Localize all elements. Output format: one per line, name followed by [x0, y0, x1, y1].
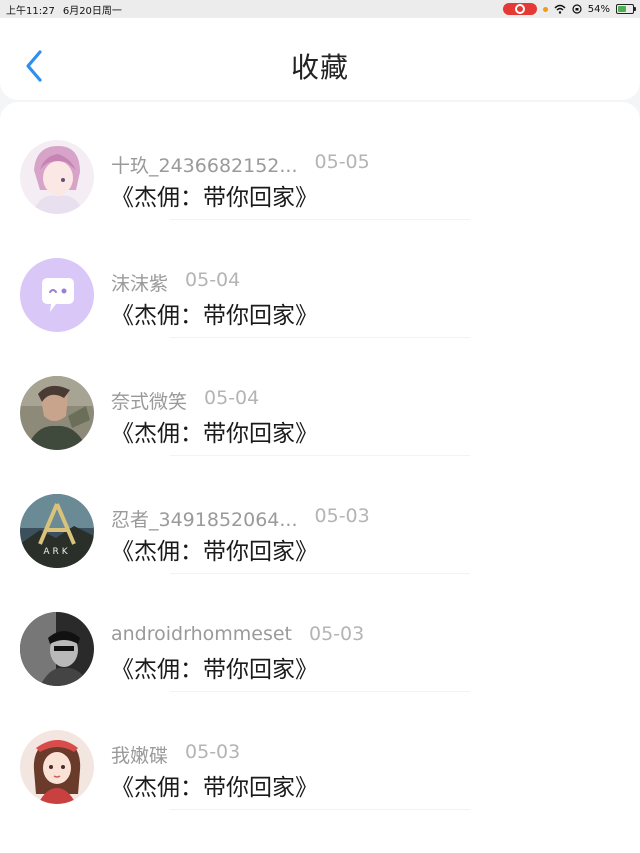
item-date: 05-03	[185, 741, 241, 763]
nav-header: 收藏	[0, 18, 640, 100]
item-meta: 我嫩碟 05-03	[111, 741, 240, 768]
page-title: 收藏	[290, 51, 349, 84]
avatar[interactable]	[20, 140, 94, 214]
list-item[interactable]: 十玖_2436682152... 05-05 《杰佣：带你回家》	[0, 102, 640, 220]
divider	[170, 809, 470, 810]
item-date: 05-04	[204, 387, 260, 409]
item-meta: 忍者_3491852064... 05-03	[111, 505, 370, 532]
mic-indicator-icon	[542, 6, 548, 12]
author-name[interactable]: 忍者_3491852064...	[111, 505, 298, 532]
wifi-icon	[554, 4, 566, 14]
list-item[interactable]: 我嫩碟 05-03 《杰佣：带你回家》	[0, 692, 640, 810]
favorites-list: 十玖_2436682152... 05-05 《杰佣：带你回家》 沫沫紫 05-…	[0, 102, 640, 853]
orientation-lock-icon	[572, 4, 582, 14]
list-item[interactable]: 沫沫紫 05-04 《杰佣：带你回家》	[0, 220, 640, 338]
list-item[interactable]: ARK 忍者_3491852064... 05-03 《杰佣：带你回家》	[0, 456, 640, 574]
status-date: 6月20日周一	[62, 5, 122, 17]
author-name[interactable]: 沫沫紫	[111, 269, 168, 296]
item-date: 05-03	[314, 505, 370, 527]
item-date: 05-04	[185, 269, 241, 291]
avatar[interactable]	[20, 612, 94, 686]
item-meta: 十玖_2436682152... 05-05	[111, 151, 370, 178]
svg-text:ARK: ARK	[43, 547, 70, 557]
battery-icon	[616, 4, 636, 14]
author-name[interactable]: 十玖_2436682152...	[111, 151, 298, 178]
avatar[interactable]	[20, 730, 94, 804]
item-meta: androidrhommeset 05-03	[111, 623, 364, 645]
item-title[interactable]: 《杰佣：带你回家》	[111, 650, 318, 684]
list-item[interactable]: 奈式微笑 05-04 《杰佣：带你回家》	[0, 338, 640, 456]
item-title[interactable]: 《杰佣：带你回家》	[111, 178, 318, 212]
item-meta: 沫沫紫 05-04	[111, 269, 240, 296]
item-title[interactable]: 《杰佣：带你回家》	[111, 532, 318, 566]
item-date: 05-05	[314, 151, 370, 173]
item-date: 05-03	[309, 623, 365, 645]
author-name[interactable]: 奈式微笑	[111, 387, 187, 414]
avatar[interactable]	[20, 376, 94, 450]
item-title[interactable]: 《杰佣：带你回家》	[111, 296, 318, 330]
status-bar: 上午11:27 6月20日周一 54%	[0, 0, 640, 18]
author-name[interactable]: 我嫩碟	[111, 741, 168, 768]
item-title[interactable]: 《杰佣：带你回家》	[111, 414, 318, 448]
status-right: 54%	[502, 3, 636, 15]
screen-record-icon[interactable]	[502, 3, 537, 15]
author-name[interactable]: androidrhommeset	[111, 623, 292, 645]
status-time: 上午11:27	[6, 5, 55, 17]
avatar[interactable]: ARK	[20, 494, 94, 568]
item-title[interactable]: 《杰佣：带你回家》	[111, 768, 318, 802]
battery-percent: 54%	[587, 3, 610, 15]
status-left: 上午11:27 6月20日周一	[6, 2, 122, 17]
item-meta: 奈式微笑 05-04	[111, 387, 259, 414]
list-item[interactable]: androidrhommeset 05-03 《杰佣：带你回家》	[0, 574, 640, 692]
avatar[interactable]	[20, 258, 94, 332]
